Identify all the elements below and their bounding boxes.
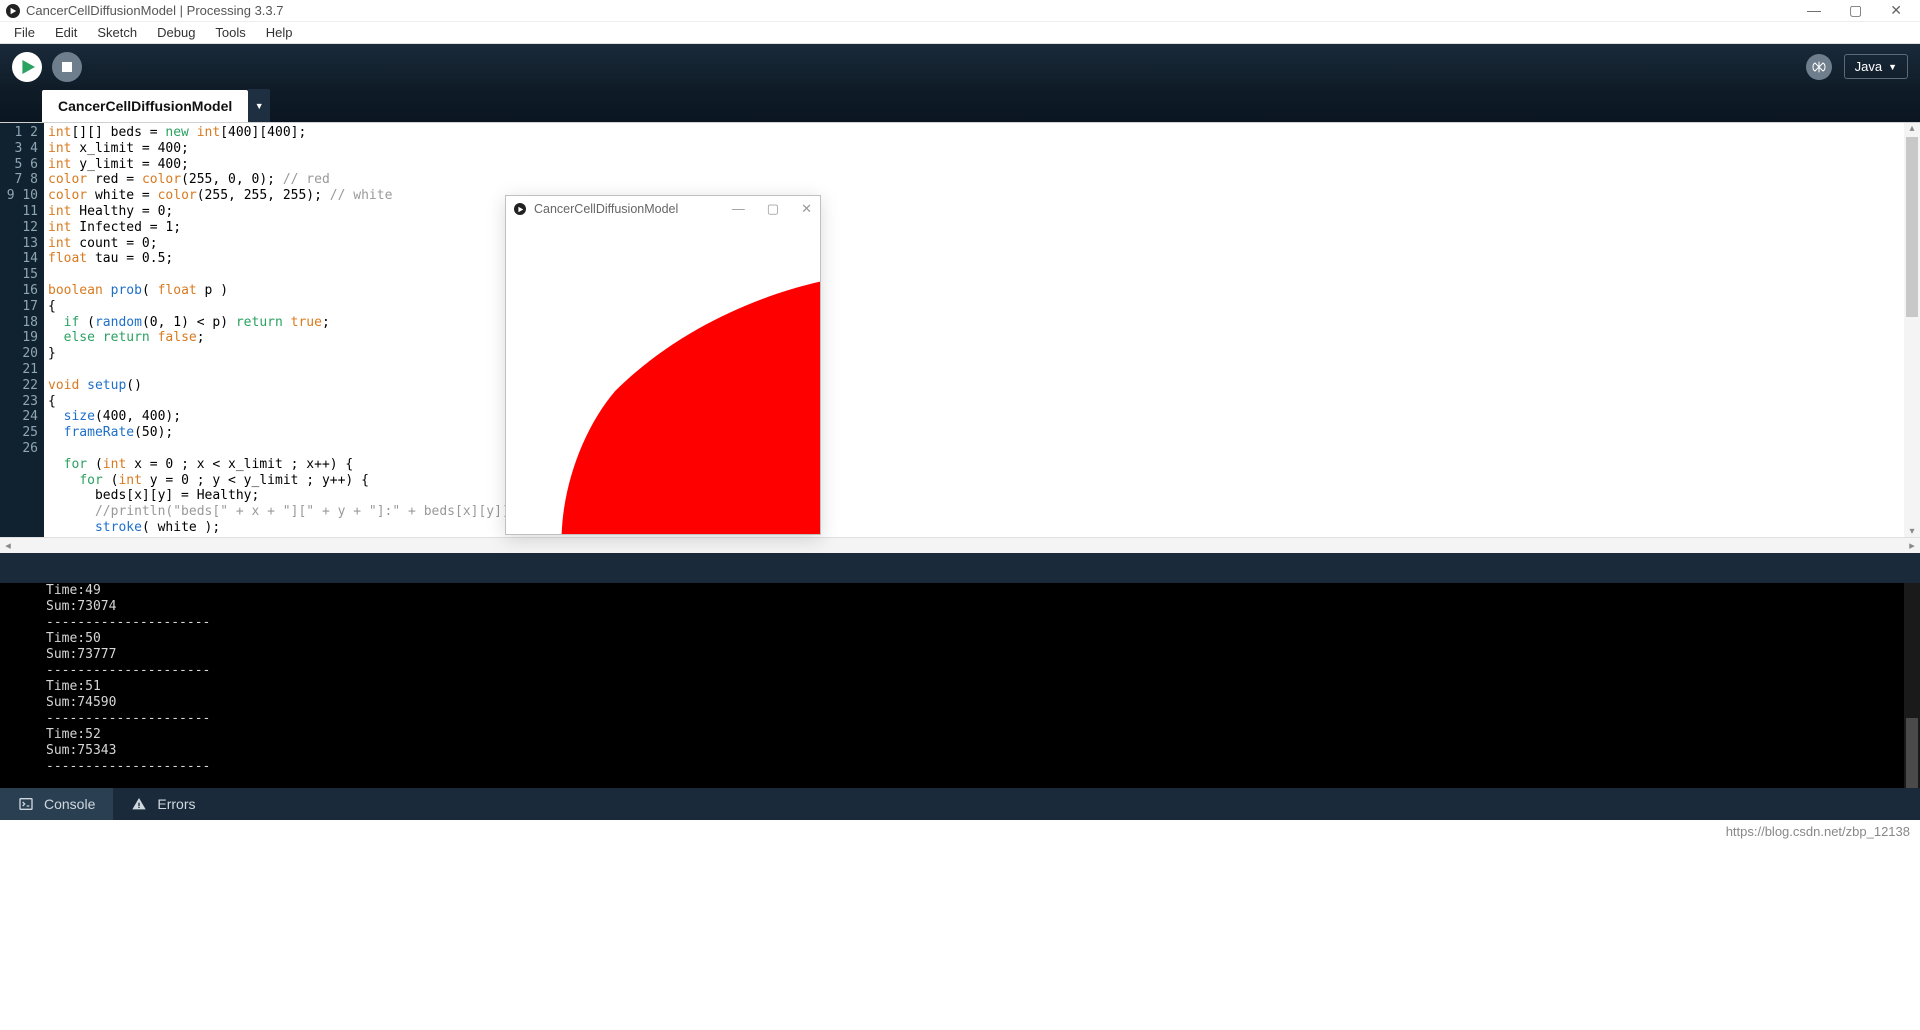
status-bar: Console Errors [0, 788, 1920, 820]
console-panel[interactable]: Time:49 Sum:73074 --------------------- … [0, 583, 1920, 788]
toolbar: Java ▼ [0, 44, 1920, 89]
footer-url: https://blog.csdn.net/zbp_12138 [1726, 824, 1910, 839]
status-tab-errors[interactable]: Errors [113, 788, 213, 820]
play-icon [21, 60, 35, 74]
scroll-up-arrow[interactable]: ▴ [1904, 123, 1920, 134]
debug-toggle-button[interactable] [1806, 54, 1832, 80]
sketch-run-window[interactable]: CancerCellDiffusionModel — ▢ ✕ [505, 195, 821, 535]
code-content[interactable]: int[][] beds = new int[400][400]; int x_… [44, 123, 1904, 537]
sketch-titlebar[interactable]: CancerCellDiffusionModel — ▢ ✕ [506, 196, 820, 222]
tab-bar: CancerCellDiffusionModel ▼ [0, 89, 1920, 122]
chevron-down-icon: ▼ [1888, 62, 1897, 72]
minimize-button[interactable]: — [1807, 2, 1821, 19]
scroll-right-arrow[interactable]: ▸ [1904, 539, 1920, 552]
maximize-button[interactable]: ▢ [1849, 2, 1862, 19]
chevron-down-icon: ▼ [255, 101, 264, 111]
processing-app-icon [514, 203, 526, 215]
menu-sketch[interactable]: Sketch [89, 23, 145, 42]
stop-button[interactable] [52, 52, 82, 82]
mode-label: Java [1855, 59, 1882, 74]
editor-horizontal-scrollbar[interactable]: ◂ ▸ [0, 537, 1920, 553]
status-tab-errors-label: Errors [157, 796, 195, 812]
scrollbar-track[interactable] [16, 541, 1904, 551]
tab-active[interactable]: CancerCellDiffusionModel [42, 90, 248, 122]
code-editor[interactable]: 1 2 3 4 5 6 7 8 9 10 11 12 13 14 15 16 1… [0, 122, 1920, 537]
mode-selector[interactable]: Java ▼ [1844, 54, 1908, 79]
window-controls: — ▢ ✕ [1807, 2, 1914, 19]
status-tab-console[interactable]: Console [0, 788, 113, 820]
console-separator[interactable] [0, 553, 1920, 583]
scroll-left-arrow[interactable]: ◂ [0, 539, 16, 552]
tab-dropdown-button[interactable]: ▼ [248, 89, 270, 122]
console-icon [18, 796, 34, 812]
menu-help[interactable]: Help [258, 23, 301, 42]
scrollbar-thumb[interactable] [1906, 718, 1918, 788]
editor-vertical-scrollbar[interactable]: ▴ ▾ [1904, 123, 1920, 537]
os-titlebar: CancerCellDiffusionModel | Processing 3.… [0, 0, 1920, 22]
scrollbar-thumb[interactable] [1906, 137, 1918, 317]
sketch-close-button[interactable]: ✕ [801, 201, 812, 217]
warning-icon [131, 796, 147, 812]
scroll-down-arrow[interactable]: ▾ [1904, 526, 1920, 537]
menu-tools[interactable]: Tools [207, 23, 253, 42]
processing-app-icon [6, 4, 20, 18]
line-number-gutter: 1 2 3 4 5 6 7 8 9 10 11 12 13 14 15 16 1… [0, 123, 44, 537]
sketch-window-title: CancerCellDiffusionModel [534, 202, 678, 216]
sketch-canvas [506, 222, 820, 534]
console-vertical-scrollbar[interactable] [1904, 583, 1920, 788]
butterfly-icon [1811, 59, 1827, 75]
menu-file[interactable]: File [6, 23, 43, 42]
menubar: File Edit Sketch Debug Tools Help [0, 22, 1920, 44]
close-button[interactable]: ✕ [1890, 2, 1902, 19]
sketch-minimize-button[interactable]: — [732, 201, 745, 217]
window-title: CancerCellDiffusionModel | Processing 3.… [26, 3, 284, 18]
stop-icon [62, 62, 72, 72]
sketch-window-controls: — ▢ ✕ [732, 201, 812, 217]
page-footer: https://blog.csdn.net/zbp_12138 [0, 820, 1920, 842]
menu-edit[interactable]: Edit [47, 23, 85, 42]
menu-debug[interactable]: Debug [149, 23, 203, 42]
status-tab-console-label: Console [44, 796, 95, 812]
tab-label: CancerCellDiffusionModel [58, 98, 232, 114]
sketch-maximize-button[interactable]: ▢ [767, 201, 779, 217]
console-output: Time:49 Sum:73074 --------------------- … [46, 583, 1920, 775]
run-button[interactable] [12, 52, 42, 82]
